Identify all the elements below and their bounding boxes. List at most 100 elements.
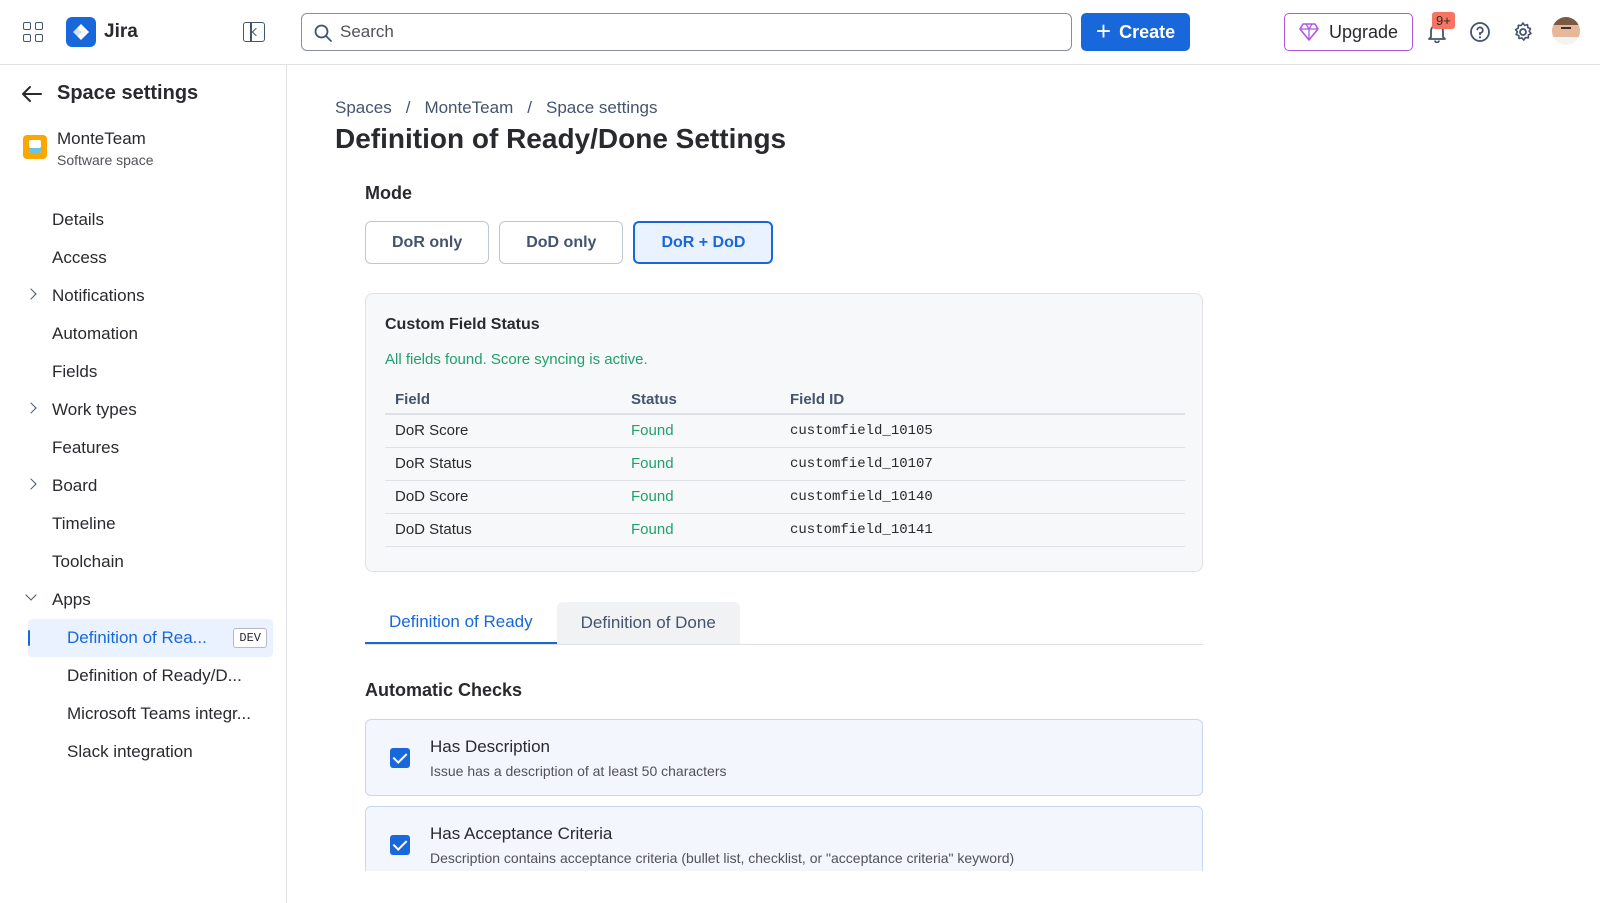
field-status: Found: [621, 447, 780, 481]
sidebar-item-notifications[interactable]: Notifications: [0, 277, 287, 315]
sidebar-item-label: Board: [52, 476, 98, 495]
check-has-acceptance-criteria: Has Acceptance Criteria Description cont…: [365, 806, 1203, 871]
top-navigation: Jira + Create Upgrade 9+: [0, 0, 1600, 65]
main-content: Spaces / MonteTeam / Space settings Defi…: [288, 66, 1600, 871]
sidebar-item-dor-dod-app[interactable]: Definition of Ready/D...: [0, 657, 287, 695]
mode-selector: DoR only DoD only DoR + DoD: [365, 221, 774, 264]
sidebar-item-label: Access: [52, 248, 107, 267]
chevron-down-icon[interactable]: [25, 589, 37, 601]
app-window: Jira + Create Upgrade 9+ Spa: [0, 0, 1600, 903]
plus-icon: +: [1095, 16, 1112, 46]
check-description: Description contains acceptance criteria…: [430, 850, 1015, 866]
upgrade-button[interactable]: Upgrade: [1284, 13, 1413, 51]
definition-tabs: Definition of Ready Definition of Done: [365, 602, 1203, 645]
sidebar-item-slack[interactable]: Slack integration: [0, 733, 287, 771]
field-name: DoD Score: [385, 480, 621, 514]
mode-dor-only-button[interactable]: DoR only: [365, 221, 490, 264]
has-description-checkbox[interactable]: [390, 748, 410, 768]
jira-logo[interactable]: Jira: [66, 17, 138, 47]
mode-label: Mode: [365, 183, 412, 203]
app-name: Jira: [104, 21, 138, 42]
sidebar-item-label: Toolchain: [52, 552, 124, 571]
sidebar-title: Space settings: [57, 82, 199, 104]
tab-definition-of-ready[interactable]: Definition of Ready: [365, 602, 557, 644]
field-status: Found: [621, 414, 780, 448]
sidebar-item-work-types[interactable]: Work types: [0, 391, 287, 429]
sidebar-nav: Details Access Notifications Automation …: [0, 201, 287, 771]
sidebar-item-apps[interactable]: Apps: [0, 581, 287, 619]
space-type: Software space: [57, 152, 154, 168]
settings-gear-icon[interactable]: [1511, 20, 1535, 44]
space-name: MonteTeam: [57, 129, 146, 148]
help-icon[interactable]: [1468, 20, 1492, 44]
field-name: DoR Score: [385, 414, 621, 448]
check-has-description: Has Description Issue has a description …: [365, 719, 1203, 796]
mode-dod-only-button[interactable]: DoD only: [499, 221, 624, 264]
sidebar-item-access[interactable]: Access: [0, 239, 287, 277]
space-settings-header: Space settings: [21, 82, 198, 105]
status-message: All fields found. Score syncing is activ…: [385, 351, 648, 368]
sidebar-item-microsoft-teams[interactable]: Microsoft Teams integr...: [0, 695, 287, 733]
sidebar-item-timeline[interactable]: Timeline: [0, 505, 287, 543]
column-header-status: Status: [621, 386, 780, 415]
sidebar-item-label: Timeline: [52, 514, 116, 533]
table-row: DoD Score Found customfield_10140: [385, 480, 1185, 514]
field-name: DoD Status: [385, 513, 621, 547]
breadcrumb-separator: /: [527, 98, 532, 117]
sidebar-item-features[interactable]: Features: [0, 429, 287, 467]
sidebar-item-label: Apps: [52, 590, 91, 609]
table-row: DoD Status Found customfield_10141: [385, 513, 1185, 547]
sidebar-item-toolchain[interactable]: Toolchain: [0, 543, 287, 581]
search-icon: [314, 24, 332, 42]
jira-logo-icon: [66, 17, 96, 47]
mode-dor-dod-button[interactable]: DoR + DoD: [633, 221, 774, 264]
automatic-checks-title: Automatic Checks: [365, 680, 523, 700]
sidebar-item-label: Automation: [52, 324, 138, 343]
space-avatar-icon: [23, 135, 47, 159]
breadcrumb: Spaces / MonteTeam / Space settings: [335, 98, 658, 118]
sidebar-item-automation[interactable]: Automation: [0, 315, 287, 353]
card-title: Custom Field Status: [385, 316, 540, 333]
chevron-right-icon[interactable]: [25, 478, 37, 490]
breadcrumb-monteteam[interactable]: MonteTeam: [424, 98, 513, 118]
create-label: Create: [1119, 21, 1176, 42]
collapse-sidebar-icon[interactable]: [243, 22, 265, 42]
check-description: Issue has a description of at least 50 c…: [430, 763, 727, 779]
field-name: DoR Status: [385, 447, 621, 481]
gem-icon: [1299, 23, 1319, 41]
breadcrumb-space-settings[interactable]: Space settings: [546, 98, 658, 118]
chevron-right-icon[interactable]: [25, 288, 37, 300]
sidebar-item-label: Microsoft Teams integr...: [67, 704, 251, 723]
search-input[interactable]: [340, 22, 1071, 42]
search-field[interactable]: [301, 13, 1072, 51]
sidebar-item-details[interactable]: Details: [0, 201, 287, 239]
breadcrumb-separator: /: [405, 98, 411, 117]
fields-table: Field Status Field ID DoR Score Found cu…: [385, 386, 1185, 547]
back-arrow-icon[interactable]: [21, 85, 43, 103]
chevron-right-icon[interactable]: [25, 402, 37, 414]
field-id: customfield_10141: [780, 513, 1185, 547]
space-info: MonteTeam Software space: [23, 129, 154, 168]
custom-field-status-card: Custom Field Status All fields found. Sc…: [365, 293, 1203, 572]
table-header-row: Field Status Field ID: [385, 386, 1185, 415]
sidebar-item-board[interactable]: Board: [0, 467, 287, 505]
sidebar-item-label: Notifications: [52, 286, 145, 305]
tab-definition-of-done[interactable]: Definition of Done: [556, 602, 740, 644]
sidebar: Space settings MonteTeam Software space …: [0, 65, 287, 903]
breadcrumb-spaces[interactable]: Spaces: [335, 98, 392, 118]
sidebar-item-dor-dev-app[interactable]: Definition of Rea... DEV: [28, 619, 273, 657]
field-id: customfield_10107: [780, 447, 1185, 481]
field-id: customfield_10105: [780, 414, 1185, 448]
has-acceptance-criteria-checkbox[interactable]: [390, 835, 410, 855]
table-row: DoR Score Found customfield_10105: [385, 414, 1185, 448]
sidebar-item-label: Definition of Ready/D...: [67, 666, 242, 685]
create-button[interactable]: + Create: [1081, 13, 1190, 51]
field-id: customfield_10140: [780, 480, 1185, 514]
sidebar-item-label: Features: [52, 438, 120, 457]
bottom-edge: [288, 871, 1600, 903]
sidebar-item-fields[interactable]: Fields: [0, 353, 287, 391]
field-status: Found: [621, 513, 780, 547]
sidebar-item-label: Definition of Rea...: [67, 628, 207, 647]
app-switcher-icon[interactable]: [21, 20, 45, 44]
user-avatar[interactable]: [1552, 17, 1580, 45]
